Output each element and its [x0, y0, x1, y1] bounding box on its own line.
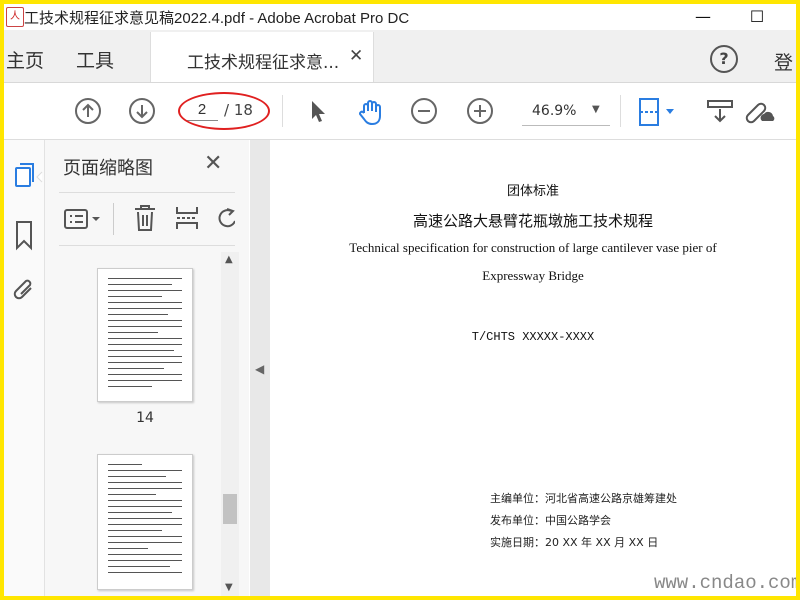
acrobat-window: 人 工技术规程征求意见稿2022.4.pdf - Adobe Acrobat P…	[4, 4, 796, 596]
link-cloud-icon	[745, 102, 775, 124]
thumbnails-icon	[15, 163, 43, 187]
delete-icon	[135, 205, 155, 231]
insert-page-button[interactable]	[173, 203, 201, 233]
tab-bar: 主页 工具 工技术规程征求意... ✕ ? 登	[4, 30, 796, 83]
zoom-in-icon	[467, 98, 493, 124]
bookmarks-nav-button[interactable]	[4, 218, 44, 252]
page-thumbnails-nav-button[interactable]	[4, 160, 44, 194]
scroll-up-icon[interactable]: ▲	[225, 254, 233, 265]
document-org: 团体标准	[506, 184, 559, 199]
document-editor: 主编单位：河北省高速公路京雄筹建处	[490, 492, 677, 505]
tab-tools[interactable]: 工具	[76, 46, 114, 73]
thumbnail-options-button[interactable]	[63, 205, 105, 233]
acrobat-app-icon: 人	[6, 7, 24, 27]
chevron-down-icon: ▼	[592, 104, 600, 115]
document-page: 团体标准 高速公路大悬臂花瓶墩施工技术规程 Technical specific…	[270, 140, 796, 596]
pointer-icon	[312, 101, 325, 122]
panel-collapse-strip[interactable]: ◀	[250, 140, 270, 596]
fit-page-button[interactable]	[636, 97, 680, 126]
help-icon[interactable]: ?	[710, 45, 738, 73]
collapse-left-icon: ◀	[255, 362, 265, 376]
thumbnail-page-label: 14	[136, 410, 154, 426]
delete-page-button[interactable]	[131, 203, 159, 233]
rotate-icon	[218, 208, 235, 228]
share-link-button[interactable]	[742, 97, 776, 125]
tab-home[interactable]: 主页	[6, 46, 44, 73]
zoom-out-button[interactable]	[410, 97, 438, 125]
page-thumbnails-panel: 页面缩略图 ✕ 14 ▲ ▼	[45, 140, 249, 596]
document-title-cn: 高速公路大悬臂花瓶墩施工技术规程	[412, 212, 653, 230]
zoom-in-button[interactable]	[466, 97, 494, 125]
fit-page-icon	[639, 98, 674, 126]
panel-title: 页面缩略图	[63, 158, 153, 179]
maximize-button[interactable]: ☐	[734, 4, 780, 30]
navigation-rail	[4, 140, 45, 596]
document-title-en-line1: Technical specification for construction…	[349, 240, 717, 255]
next-page-button[interactable]	[128, 97, 156, 125]
scan-button[interactable]	[706, 97, 734, 125]
document-tab-label: 工技术规程征求意...	[187, 53, 340, 73]
sign-in-link[interactable]: 登	[774, 48, 793, 75]
zoom-dropdown[interactable]: 46.9% ▼	[522, 99, 610, 126]
site-watermark: www.cndao.com	[654, 572, 796, 594]
attachments-nav-button[interactable]	[4, 274, 44, 308]
thumbnail-toolbar	[59, 192, 235, 246]
scroll-down-icon[interactable]: ▼	[225, 582, 233, 593]
scrollbar-thumb[interactable]	[223, 494, 237, 524]
attachment-icon	[13, 279, 32, 300]
red-annotation-oval	[178, 92, 270, 130]
page-thumbnail[interactable]	[97, 268, 193, 402]
close-icon[interactable]: ✕	[349, 46, 363, 66]
options-icon	[64, 209, 100, 229]
window-title: 工技术规程征求意见稿2022.4.pdf - Adobe Acrobat Pro…	[24, 10, 410, 27]
thumbnail-scrollbar[interactable]: ▲ ▼	[221, 252, 239, 596]
minimize-button[interactable]: —	[680, 4, 726, 30]
bookmark-icon	[16, 221, 32, 251]
document-code: T/CHTS XXXXX-XXXX	[471, 330, 595, 344]
back-arrow-up-icon	[75, 98, 101, 124]
document-title-en-line2: Expressway Bridge	[482, 268, 584, 283]
scan-icon	[707, 100, 733, 123]
previous-page-button[interactable]	[74, 97, 102, 125]
document-publisher: 发布单位：中国公路学会	[490, 514, 611, 527]
rotate-page-button[interactable]	[213, 203, 235, 233]
select-tool-button[interactable]	[304, 97, 332, 125]
zoom-out-icon	[411, 98, 437, 124]
hand-icon	[359, 100, 381, 125]
page-thumbnail[interactable]	[97, 454, 193, 590]
main-toolbar: / 18 46.9% ▼	[4, 83, 796, 140]
next-arrow-down-icon	[129, 98, 155, 124]
title-bar: 人 工技术规程征求意见稿2022.4.pdf - Adobe Acrobat P…	[4, 4, 796, 30]
tab-document[interactable]: 工技术规程征求意... ✕	[150, 32, 374, 82]
document-effective-date: 实施日期：20 XX 年 XX 月 XX 日	[490, 536, 659, 549]
zoom-value: 46.9%	[532, 103, 577, 119]
toolbar-divider	[620, 95, 621, 127]
insert-icon	[176, 207, 198, 229]
toolbar-divider	[282, 95, 283, 127]
hand-tool-button[interactable]	[356, 97, 384, 125]
close-icon[interactable]: ✕	[204, 151, 222, 176]
toolbar-divider	[113, 203, 114, 235]
